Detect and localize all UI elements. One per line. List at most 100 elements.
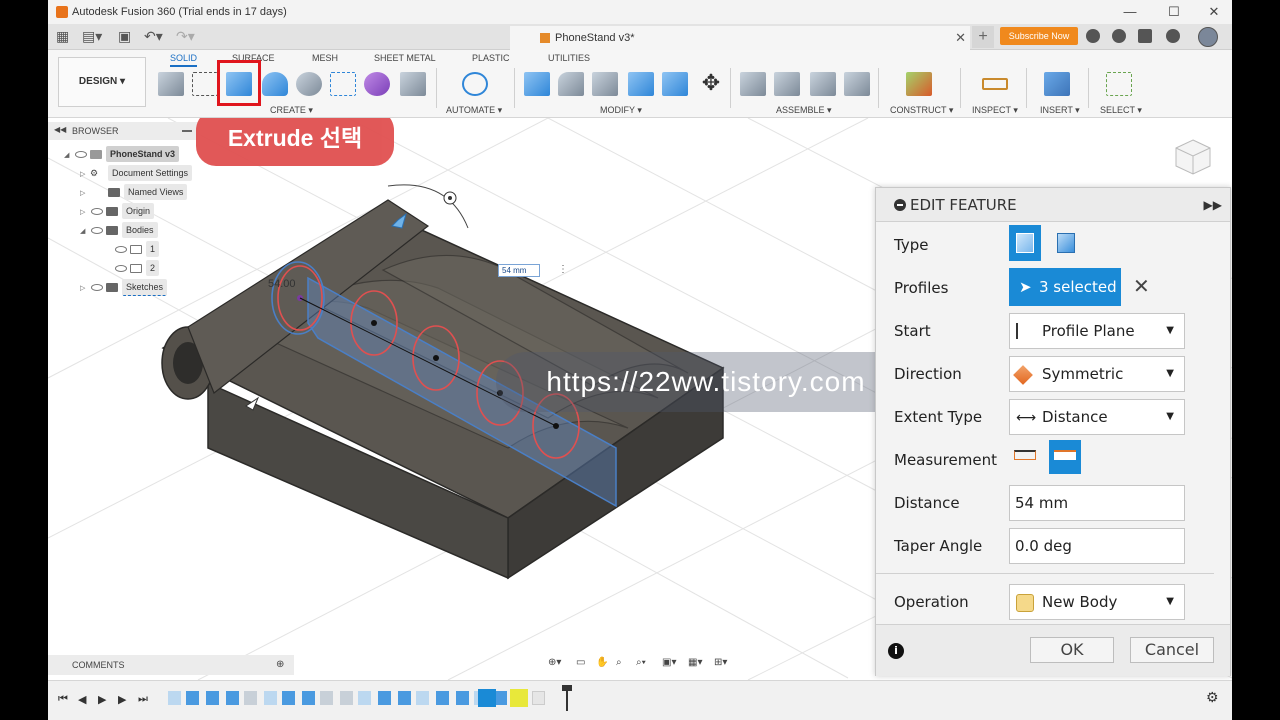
app-grid-icon[interactable]: ▦ [56,28,69,45]
move-copy-icon[interactable]: ✥ [698,72,724,96]
joint-icon[interactable] [740,72,766,96]
timeline-active-item[interactable] [478,689,496,707]
start-dropdown[interactable]: Profile Plane ▼ [1009,313,1185,349]
mirror-icon[interactable] [400,72,426,96]
user-avatar[interactable] [1198,27,1218,47]
browser-header[interactable]: ◀◀ BROWSER [48,122,198,140]
tree-body-2[interactable]: 2 [112,260,160,276]
visibility-eye-icon[interactable] [115,246,127,254]
select-icon[interactable] [1106,72,1132,96]
notifications-icon[interactable] [1138,29,1152,43]
visibility-eye-icon[interactable] [115,265,127,273]
hole-icon[interactable] [296,72,322,96]
timeline-prev-icon[interactable]: ◀ [78,693,86,706]
tree-named-views[interactable]: ▷ Named Views [80,184,188,202]
close-tab-icon[interactable]: ✕ [955,30,966,46]
measure-symmetric-button[interactable] [1049,440,1081,474]
timeline-first-icon[interactable]: ⏮ [58,693,68,706]
browser-minimize-icon[interactable] [182,130,192,132]
viewports-icon[interactable]: ⊞▾ [714,657,727,668]
timeline-sketch-item[interactable] [264,691,277,705]
file-menu-icon[interactable]: ▤▾ [82,28,102,45]
timeline-settings-gear-icon[interactable]: ⚙ [1206,689,1219,706]
shell-icon[interactable] [592,72,618,96]
expand-triangle-icon[interactable]: ▷ [80,186,88,202]
collapse-panel-icon[interactable] [894,199,906,211]
timeline-sketch-item[interactable] [416,691,429,705]
offset-plane-icon[interactable] [906,72,932,96]
info-icon[interactable]: i [888,643,904,659]
timeline-suppressed-item[interactable] [532,691,545,705]
minimize-icon[interactable]: — [1108,2,1152,22]
expand-panel-icon[interactable]: ▶▶ [1204,188,1222,222]
tab-plastic[interactable]: PLASTIC [472,53,510,63]
job-status-icon[interactable] [1112,29,1126,43]
tab-solid[interactable]: SOLID [170,53,198,67]
expand-triangle-icon[interactable]: ▷ [80,167,88,183]
operation-dropdown[interactable]: New Body ▼ [1009,584,1185,620]
close-window-icon[interactable]: ✕ [1192,2,1232,22]
expand-triangle-icon[interactable]: ◢ [64,148,72,164]
extensions-icon[interactable] [1086,29,1100,43]
create-sketch-icon[interactable] [192,72,218,96]
redo-icon[interactable]: ↷▾ [176,28,195,45]
measure-icon[interactable] [982,78,1008,90]
revolve-icon[interactable] [262,72,288,96]
expand-triangle-icon[interactable]: ▷ [80,281,88,297]
comments-bar[interactable]: COMMENTS ⊕ [48,655,294,675]
timeline-extrude-item[interactable] [206,691,219,705]
help-icon[interactable] [1166,29,1180,43]
automate-icon[interactable] [462,72,488,96]
expand-triangle-icon[interactable]: ◢ [80,224,88,240]
timeline-fillet-item[interactable] [320,691,333,705]
look-at-icon[interactable]: ▭ [576,657,585,668]
select-group-label[interactable]: SELECT ▾ [1100,105,1142,116]
timeline-next-icon[interactable]: ▶ [118,693,126,706]
zoom-icon[interactable]: ⌕ [616,657,622,668]
distance-field[interactable]: 54 mm [1009,485,1185,521]
construct-group-label[interactable]: CONSTRUCT ▾ [890,105,953,116]
combine-icon[interactable] [628,72,654,96]
tab-utilities[interactable]: UTILITIES [548,53,590,63]
timeline-extrude-item[interactable] [186,691,199,705]
ok-button[interactable]: OK [1030,637,1114,663]
tree-sketches[interactable]: ▷ Sketches [80,279,168,297]
timeline-play-icon[interactable]: ▶ [98,693,106,706]
type-thin-extrude-button[interactable] [1050,225,1082,261]
tab-mesh[interactable]: MESH [312,53,338,63]
timeline-fillet-item[interactable] [244,691,257,705]
press-pull-icon[interactable] [524,72,550,96]
fillet-icon[interactable] [558,72,584,96]
assemble-group-label[interactable]: ASSEMBLE ▾ [776,105,832,116]
timeline-extrude-item[interactable] [378,691,391,705]
rigid-group-icon[interactable] [844,72,870,96]
tree-body-1[interactable]: 1 [112,241,160,257]
timeline-marker-handle[interactable] [562,685,572,691]
expand-triangle-icon[interactable]: ▷ [80,205,88,221]
visibility-eye-icon[interactable] [91,208,103,216]
grid-settings-icon[interactable]: ▦▾ [688,657,702,668]
extent-type-dropdown[interactable]: ⟷ Distance ▼ [1009,399,1185,435]
timeline-fillet-item[interactable] [340,691,353,705]
timeline-last-icon[interactable]: ⏭ [138,693,148,706]
panel-header[interactable]: EDIT FEATURE ▶▶ [876,188,1230,222]
visibility-eye-icon[interactable] [91,227,103,235]
distance-input-popup[interactable]: 54 mm [498,264,540,277]
clear-selection-icon[interactable]: ✕ [1133,274,1150,298]
timeline-sketch-item[interactable] [168,691,181,705]
collapse-browser-icon[interactable]: ◀◀ [54,125,66,134]
new-component-icon[interactable] [158,72,184,96]
modify-group-label[interactable]: MODIFY ▾ [600,105,642,116]
tree-origin[interactable]: ▷ Origin [80,203,155,221]
timeline-sketch-item[interactable] [358,691,371,705]
split-body-icon[interactable] [662,72,688,96]
taper-angle-field[interactable]: 0.0 deg [1009,528,1185,564]
tree-root[interactable]: ◢ PhoneStand v3 [64,146,180,164]
insert-image-icon[interactable] [1044,72,1070,96]
direction-dropdown[interactable]: Symmetric ▼ [1009,356,1185,392]
workspace-switcher[interactable]: DESIGN ▾ [58,57,146,107]
visibility-eye-icon[interactable] [75,151,87,159]
timeline-extrude-item[interactable] [436,691,449,705]
create-group-label[interactable]: CREATE ▾ [270,105,313,116]
display-settings-icon[interactable]: ▣▾ [662,657,676,668]
